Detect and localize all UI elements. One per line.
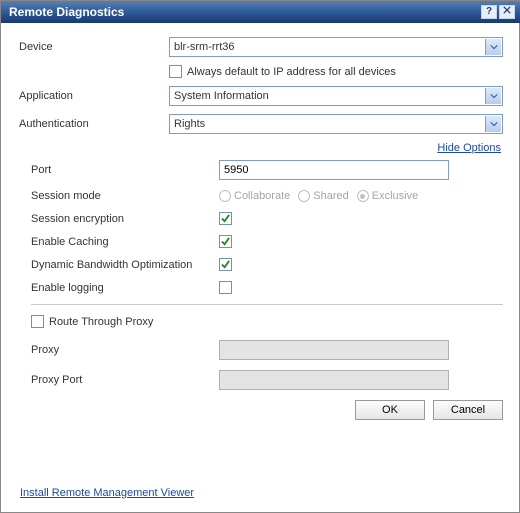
route-proxy-checkbox[interactable]: [31, 315, 44, 328]
shared-radio: [298, 190, 310, 202]
chevron-down-icon: [485, 39, 501, 55]
proxy-port-label: Proxy Port: [31, 374, 219, 386]
proxy-port-input[interactable]: [219, 370, 449, 390]
application-label: Application: [19, 90, 169, 102]
auth-select-value: Rights: [174, 118, 205, 130]
port-input[interactable]: [219, 160, 449, 180]
session-mode-group: Collaborate Shared Exclusive: [219, 190, 418, 202]
title-bar: Remote Diagnostics ?: [1, 1, 520, 23]
route-proxy-label: Route Through Proxy: [49, 316, 153, 328]
ok-button[interactable]: OK: [355, 400, 425, 420]
exclusive-radio: [357, 190, 369, 202]
session-encryption-label: Session encryption: [31, 213, 219, 225]
enable-logging-label: Enable logging: [31, 282, 219, 294]
proxy-input[interactable]: [219, 340, 449, 360]
always-ip-label: Always default to IP address for all dev…: [187, 66, 396, 78]
application-select[interactable]: System Information: [169, 86, 503, 106]
install-viewer-link[interactable]: Install Remote Management Viewer: [20, 487, 194, 499]
collaborate-radio-label: Collaborate: [234, 190, 290, 202]
enable-logging-checkbox[interactable]: [219, 281, 232, 294]
enable-caching-label: Enable Caching: [31, 236, 219, 248]
dbo-checkbox[interactable]: [219, 258, 232, 271]
dbo-label: Dynamic Bandwidth Optimization: [31, 259, 219, 271]
chevron-down-icon: [485, 88, 501, 104]
auth-select[interactable]: Rights: [169, 114, 503, 134]
shared-radio-label: Shared: [313, 190, 348, 202]
port-label: Port: [31, 164, 219, 176]
always-ip-checkbox[interactable]: [169, 65, 182, 78]
device-select-value: blr-srm-rrt36: [174, 41, 235, 53]
device-label: Device: [19, 41, 169, 53]
enable-caching-checkbox[interactable]: [219, 235, 232, 248]
device-select[interactable]: blr-srm-rrt36: [169, 37, 503, 57]
application-select-value: System Information: [174, 90, 269, 102]
proxy-label: Proxy: [31, 344, 219, 356]
collaborate-radio: [219, 190, 231, 202]
session-mode-label: Session mode: [31, 190, 219, 202]
chevron-down-icon: [485, 116, 501, 132]
dialog-title: Remote Diagnostics: [9, 5, 479, 19]
help-button[interactable]: ?: [481, 5, 497, 19]
hide-options-link[interactable]: Hide Options: [437, 142, 501, 154]
exclusive-radio-label: Exclusive: [372, 190, 418, 202]
auth-label: Authentication: [19, 118, 169, 130]
session-encryption-checkbox[interactable]: [219, 212, 232, 225]
separator: [31, 304, 503, 305]
close-button[interactable]: [499, 5, 515, 19]
cancel-button[interactable]: Cancel: [433, 400, 503, 420]
